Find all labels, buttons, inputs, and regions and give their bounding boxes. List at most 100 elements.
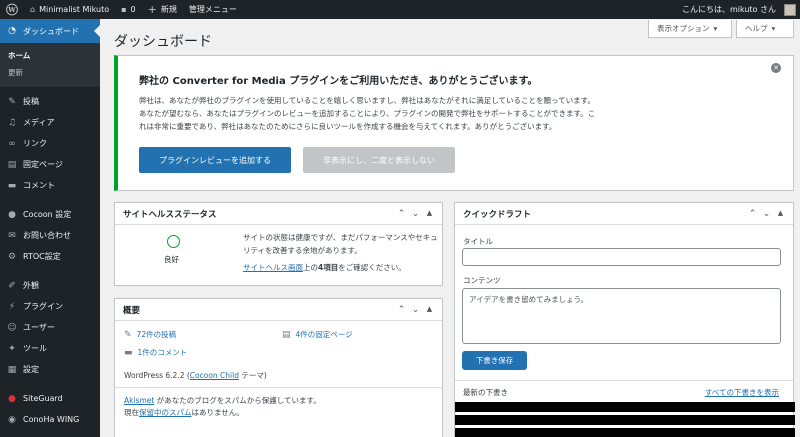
move-up-icon[interactable]: ⌃ bbox=[397, 305, 406, 315]
title-field-label: タイトル bbox=[463, 237, 493, 246]
new-content-button[interactable]: + 新規 bbox=[142, 0, 183, 19]
sidebar-item-label: 投稿 bbox=[23, 97, 39, 106]
move-down-icon[interactable]: ⌄ bbox=[411, 305, 420, 315]
text: 上の bbox=[303, 263, 318, 272]
draft-content-textarea[interactable]: アイデアを書き留めてみましょう。 bbox=[462, 288, 781, 344]
dismiss-notice-button[interactable]: 非表示にし、二度と表示しない bbox=[303, 147, 455, 173]
sidebar-item-label: ConoHa WING bbox=[23, 415, 80, 424]
move-up-icon[interactable]: ⌃ bbox=[397, 209, 406, 219]
collapse-toggle-icon[interactable]: ▲ bbox=[425, 209, 434, 219]
notice-body: 弊社は、あなたが弊社のプラグインを使用していることを嬉しく思いますし、弊社はあな… bbox=[139, 94, 659, 133]
close-icon[interactable]: ✕ bbox=[771, 63, 781, 73]
comments-count-link[interactable]: ▬ 1件のコメント bbox=[124, 347, 187, 358]
health-description: サイトの状態は健康ですが、まだパフォーマンスやセキュリティを改善する余地がありま… bbox=[243, 233, 438, 255]
sidebar-subitem-home[interactable]: ホーム bbox=[0, 47, 100, 64]
sidebar-item-label: Cocoon 設定 bbox=[23, 210, 72, 219]
add-review-button[interactable]: プラグインレビューを追加する bbox=[139, 147, 291, 173]
plugin-review-notice: 弊社の Converter for Media プラグインをご利用いただき、あり… bbox=[114, 55, 794, 191]
pages-count: 4件の固定ページ bbox=[295, 330, 353, 339]
sidebar-item-plugins[interactable]: ⚡ プラグイン bbox=[0, 296, 100, 317]
site-health-screen-link[interactable]: サイトヘルス画面 bbox=[243, 263, 303, 272]
sidebar-item-cocoon[interactable]: ● Cocoon 設定 bbox=[0, 204, 100, 225]
sidebar-item-siteguard[interactable]: ● SiteGuard bbox=[0, 388, 100, 409]
sidebar-item-links[interactable]: ∞ リンク bbox=[0, 133, 100, 154]
redacted-block bbox=[455, 402, 795, 412]
comment-icon: ▪ bbox=[121, 5, 127, 14]
pending-spam-link[interactable]: 保留中のスパム bbox=[139, 408, 192, 417]
comments-link[interactable]: ▪ 0 bbox=[115, 0, 142, 19]
draft-title-input[interactable] bbox=[462, 248, 781, 266]
akismet-link[interactable]: Akismet bbox=[124, 396, 154, 405]
collapse-toggle-icon[interactable]: ▲ bbox=[425, 305, 434, 315]
site-name-link[interactable]: ⌂ Minimalist Mikuto bbox=[24, 0, 115, 19]
move-up-icon[interactable]: ⌃ bbox=[748, 209, 757, 219]
sidebar-item-contact[interactable]: ✉ お問い合わせ bbox=[0, 225, 100, 246]
users-icon: ☺ bbox=[7, 322, 17, 333]
sidebar-item-label: コメント bbox=[23, 181, 55, 190]
mail-icon: ✉ bbox=[8, 230, 16, 241]
svg-text:W: W bbox=[7, 6, 16, 14]
sidebar-item-label: ユーザー bbox=[23, 323, 55, 332]
wordpress-logo-button[interactable]: W bbox=[0, 0, 24, 19]
content-field-label: コンテンツ bbox=[463, 276, 501, 285]
screen-options-button[interactable]: 表示オプション ▾ bbox=[648, 20, 732, 38]
notice-line: れは非常に重要であり、弊社はあなたのためにさらに良いツールを作成する機会を与えて… bbox=[139, 122, 557, 131]
move-down-icon[interactable]: ⌄ bbox=[411, 209, 420, 219]
notice-line: 弊社は、あなたが弊社のプラグインを使用していることを嬉しく思いますし、弊社はあな… bbox=[139, 96, 595, 105]
sidebar-item-users[interactable]: ☺ ユーザー bbox=[0, 317, 100, 338]
widget-header: クイックドラフト ⌃ ⌄ ▲ bbox=[455, 203, 793, 225]
text: をご確認ください。 bbox=[338, 263, 406, 272]
sidebar-item-label: リンク bbox=[23, 139, 47, 148]
sidebar-item-dashboard[interactable]: ◔ ダッシュボード bbox=[0, 19, 100, 43]
my-account-link[interactable]: こんにちは、mikuto さん bbox=[676, 0, 800, 19]
divider bbox=[455, 380, 793, 381]
widget-title: サイトヘルスステータス bbox=[123, 209, 217, 220]
posts-count-link[interactable]: ✎ 72件の投稿 bbox=[124, 329, 176, 340]
sidebar-item-label: SiteGuard bbox=[23, 394, 63, 403]
plus-icon: + bbox=[147, 3, 157, 16]
sidebar-item-posts[interactable]: ✎ 投稿 bbox=[0, 91, 100, 112]
siteguard-icon: ● bbox=[8, 393, 16, 404]
screen-options-label: 表示オプション bbox=[657, 24, 710, 33]
sidebar-item-pages[interactable]: ▤ 固定ページ bbox=[0, 154, 100, 175]
sidebar-item-settings[interactable]: ▦ 設定 bbox=[0, 359, 100, 380]
save-draft-button[interactable]: 下書き保存 bbox=[462, 351, 527, 370]
at-a-glance-widget: 概要 ⌃ ⌄ ▲ ✎ 72件の投稿 ▤ 4件の固定ページ ▬ 1件のコメント Word… bbox=[114, 298, 443, 437]
site-name: Minimalist Mikuto bbox=[39, 5, 110, 14]
collapse-toggle-icon[interactable]: ▲ bbox=[776, 209, 785, 219]
plugin-icon: ⚡ bbox=[8, 301, 16, 312]
sidebar-item-conoha[interactable]: ◉ ConoHa WING bbox=[0, 409, 100, 430]
manage-menu-label: 管理メニュー bbox=[188, 5, 237, 14]
wordpress-logo-icon: W bbox=[6, 3, 18, 16]
health-status-label: 良好 bbox=[164, 255, 179, 264]
sidebar-item-label: プラグイン bbox=[23, 302, 63, 311]
view-all-drafts-link[interactable]: すべての下書きを表示 bbox=[705, 387, 779, 398]
sidebar-item-media[interactable]: ♫ メディア bbox=[0, 112, 100, 133]
caret-down-icon: ▾ bbox=[771, 24, 776, 33]
manage-menu-link[interactable]: 管理メニュー bbox=[183, 0, 243, 19]
notice-line: あなたが望むなら、あなたはプラグインのレビューを追加することにより、プラグインの… bbox=[139, 109, 596, 118]
link-icon: ∞ bbox=[8, 138, 16, 149]
cocoon-icon: ● bbox=[8, 209, 16, 220]
move-down-icon[interactable]: ⌄ bbox=[762, 209, 771, 219]
dashboard-icon: ◔ bbox=[8, 26, 16, 36]
help-button[interactable]: ヘルプ ▾ bbox=[736, 20, 794, 38]
widget-title: 概要 bbox=[123, 305, 141, 316]
widget-title: クイックドラフト bbox=[463, 209, 532, 220]
page-icon: ▤ bbox=[7, 159, 17, 170]
text: テーマ) bbox=[238, 371, 267, 380]
sidebar-item-label: お問い合わせ bbox=[23, 231, 71, 240]
comment-icon: ▬ bbox=[7, 180, 17, 191]
sidebar-item-rtoc[interactable]: ⚙ RTOC設定 bbox=[0, 246, 100, 267]
text: はありません。 bbox=[191, 408, 244, 417]
pages-count-link[interactable]: ▤ 4件の固定ページ bbox=[282, 329, 353, 340]
sidebar-subitem-update[interactable]: 更新 bbox=[0, 64, 100, 81]
sidebar-item-appearance[interactable]: ✐ 外観 bbox=[0, 275, 100, 296]
sidebar-item-comments[interactable]: ▬ コメント bbox=[0, 175, 100, 196]
admin-bar: W ⌂ Minimalist Mikuto ▪ 0 + 新規 管理メニュー こん… bbox=[0, 0, 800, 19]
divider bbox=[115, 387, 442, 388]
sidebar-item-tools[interactable]: ✦ ツール bbox=[0, 338, 100, 359]
spam-line: 現在保留中のスパムはありません。 bbox=[124, 407, 244, 418]
theme-link[interactable]: Cocoon Child bbox=[190, 371, 239, 380]
text: WordPress 6.2.2 ( bbox=[124, 371, 190, 380]
